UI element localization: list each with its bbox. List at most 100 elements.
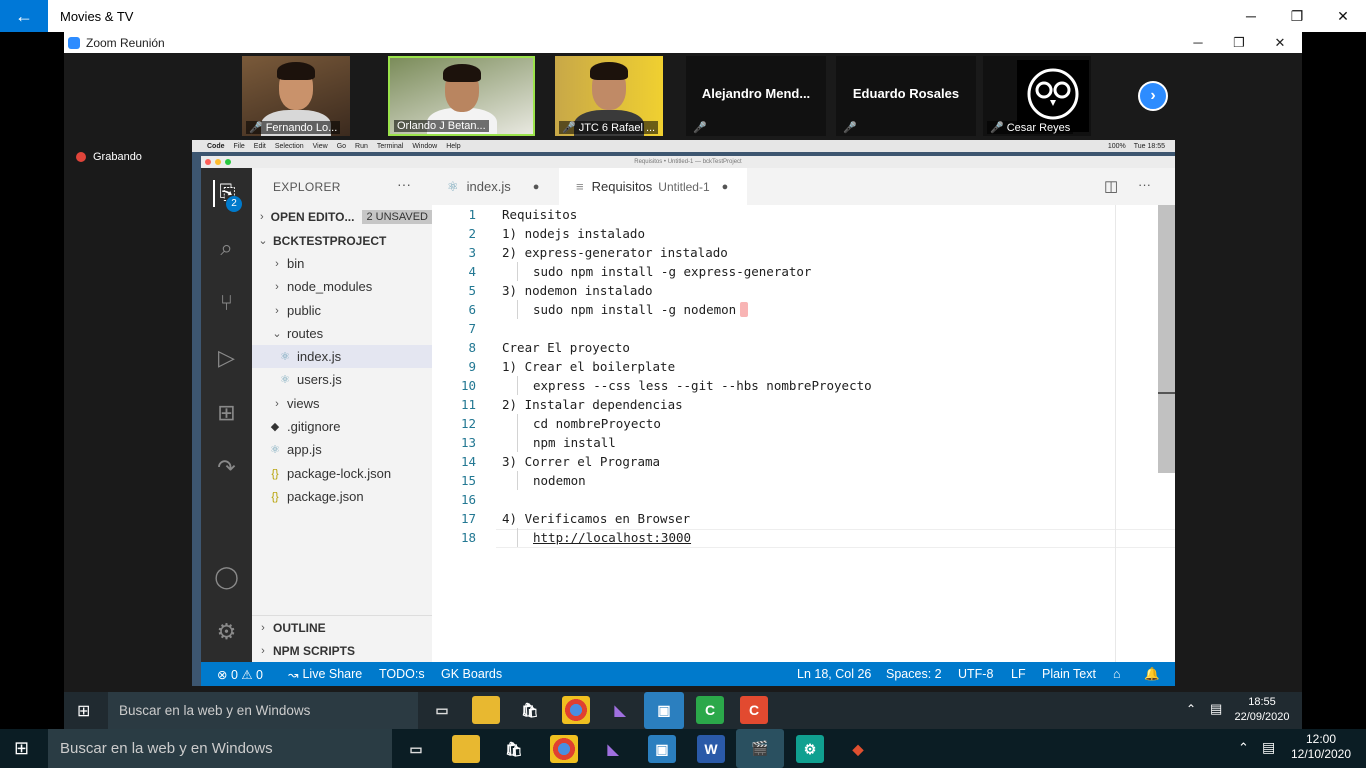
zoom-minimize-button[interactable]: ─ xyxy=(1178,32,1218,53)
recorder-icon[interactable]: C xyxy=(740,696,768,724)
more-actions-icon[interactable]: ··· xyxy=(1138,177,1151,192)
chevron-up-icon[interactable]: ⌃ xyxy=(1186,702,1196,716)
notifications-bell-icon[interactable]: 🔔 xyxy=(1144,662,1160,686)
tree-item-folder[interactable]: › public xyxy=(252,299,432,322)
minimize-dot-icon[interactable] xyxy=(215,159,221,165)
editor-scrollbar[interactable] xyxy=(1158,205,1175,473)
code-line[interactable]: 2) express-generator instalado xyxy=(502,243,728,262)
menu-go[interactable]: Go xyxy=(337,143,346,150)
chrome-icon[interactable] xyxy=(562,696,590,724)
notification-icon[interactable]: ▤ xyxy=(1262,739,1275,756)
language-mode[interactable]: Plain Text xyxy=(1042,662,1096,686)
zoom-app-icon[interactable]: ▣ xyxy=(648,735,676,763)
todo-status[interactable]: TODO:s xyxy=(379,662,425,686)
code-line[interactable]: 1) nodejs instalado xyxy=(502,224,645,243)
participant-tile[interactable]: Eduardo Rosales 🎤 xyxy=(836,56,976,136)
menu-terminal[interactable]: Terminal xyxy=(377,143,403,150)
menu-run[interactable]: Run xyxy=(355,143,368,150)
tab-requisitos[interactable]: ≡ Requisitos Untitled-1 ● xyxy=(559,168,747,205)
settings-gear-icon[interactable]: ⚙ xyxy=(213,618,240,645)
open-editors-section[interactable]: › OPEN EDITO... 2 UNSAVED xyxy=(252,205,432,228)
zoom-app-icon[interactable]: ▣ xyxy=(644,692,684,729)
live-share-icon[interactable]: ↷ xyxy=(213,454,240,481)
store-icon[interactable]: 🛍 xyxy=(516,696,544,724)
close-button[interactable]: ✕ xyxy=(1320,0,1366,32)
code-line[interactable]: sudo npm install -g express-generator xyxy=(533,262,811,281)
menu-file[interactable]: File xyxy=(234,143,245,150)
tree-item-file[interactable]: ⚛ index.js xyxy=(252,345,432,368)
search-icon[interactable]: ⌕ xyxy=(213,234,240,261)
zoom-close-button[interactable]: ✕ xyxy=(1260,32,1300,53)
code-line[interactable]: Crear El proyecto xyxy=(502,338,630,357)
minimize-button[interactable]: ─ xyxy=(1228,0,1274,32)
cursor-position[interactable]: Ln 18, Col 26 xyxy=(797,662,871,686)
search-box[interactable]: Buscar en la web y en Windows xyxy=(108,692,418,729)
code-line[interactable]: express --css less --git --hbs nombrePro… xyxy=(533,376,872,395)
code-line[interactable]: sudo npm install -g nodemon xyxy=(533,300,736,319)
code-line[interactable]: 1) Crear el boilerplate xyxy=(502,357,675,376)
file-explorer-icon[interactable] xyxy=(452,735,480,763)
account-icon[interactable]: ◯ xyxy=(213,563,240,590)
code-line[interactable]: npm install xyxy=(533,433,616,452)
search-box[interactable]: Buscar en la web y en Windows xyxy=(48,729,392,768)
menu-edit[interactable]: Edit xyxy=(254,143,266,150)
settings-app-icon[interactable]: ⚙ xyxy=(796,735,824,763)
source-control-icon[interactable]: ⑂ xyxy=(213,289,240,316)
split-editor-icon[interactable]: ◫ xyxy=(1104,177,1118,195)
word-icon[interactable]: W xyxy=(697,735,725,763)
task-view-icon[interactable]: ▭ xyxy=(402,735,430,763)
problems-status[interactable]: ⊗ 0 ⚠ 0 xyxy=(217,662,263,686)
code-line[interactable]: 2) Instalar dependencias xyxy=(502,395,683,414)
code-line[interactable]: cd nombreProyecto xyxy=(533,414,661,433)
code-line[interactable]: 3) Correr el Programa xyxy=(502,452,660,471)
menu-code[interactable]: Code xyxy=(207,143,225,150)
zoom-dot-icon[interactable] xyxy=(225,159,231,165)
participant-tile[interactable]: 🎤 Cesar Reyes xyxy=(983,56,1091,136)
tree-item-folder[interactable]: ⌄ routes xyxy=(252,322,432,345)
participant-tile[interactable]: 🎤 JTC 6 Rafael ... xyxy=(555,56,663,136)
gk-boards-status[interactable]: GK Boards xyxy=(441,662,502,686)
tree-item-file[interactable]: {} package-lock.json xyxy=(252,462,432,485)
tree-item-file[interactable]: ⚛ users.js xyxy=(252,368,432,391)
more-actions-icon[interactable]: ··· xyxy=(397,176,411,192)
windows-start-icon[interactable]: ⊞ xyxy=(14,738,29,759)
code-line[interactable]: 4) Verificamos en Browser xyxy=(502,509,690,528)
tab-index-js[interactable]: ⚛ index.js ● xyxy=(432,168,559,205)
back-arrow-icon[interactable]: ← xyxy=(0,0,48,32)
extensions-icon[interactable]: ⊞ xyxy=(213,399,240,426)
outer-clock[interactable]: 12:00 12/10/2020 xyxy=(1286,732,1356,762)
participant-tile[interactable]: 🎤 Fernando Lo... xyxy=(242,56,350,136)
encoding-status[interactable]: UTF-8 xyxy=(958,662,993,686)
file-explorer-icon[interactable] xyxy=(472,696,500,724)
code-line[interactable]: 3) nodemon instalado xyxy=(502,281,653,300)
notification-icon[interactable]: ▤ xyxy=(1210,701,1222,717)
git-tool-icon[interactable]: ◆ xyxy=(844,735,872,763)
zoom-restore-button[interactable]: ❐ xyxy=(1219,32,1259,53)
outline-section[interactable]: › OUTLINE xyxy=(252,616,432,639)
tree-item-file[interactable]: {} package.json xyxy=(252,485,432,508)
tree-item-folder[interactable]: › node_modules xyxy=(252,275,432,298)
tree-item-folder[interactable]: › bin xyxy=(252,252,432,275)
menu-selection[interactable]: Selection xyxy=(275,143,304,150)
eol-status[interactable]: LF xyxy=(1011,662,1026,686)
chevron-up-icon[interactable]: ⌃ xyxy=(1238,740,1249,756)
run-debug-icon[interactable]: ▷ xyxy=(213,344,240,371)
menu-window[interactable]: Window xyxy=(412,143,437,150)
restore-button[interactable]: ❐ xyxy=(1274,0,1320,32)
code-line[interactable]: nodemon xyxy=(533,471,586,490)
feedback-icon[interactable]: ⌂ xyxy=(1113,662,1121,686)
windows-start-icon[interactable]: ⊞ xyxy=(77,701,90,721)
next-page-button[interactable]: › xyxy=(1138,81,1168,111)
task-view-icon[interactable]: ▭ xyxy=(428,696,456,724)
store-icon[interactable]: 🛍 xyxy=(500,735,528,763)
inner-clock[interactable]: 18:55 22/09/2020 xyxy=(1232,695,1292,725)
participant-tile-active[interactable]: Orlando J Betan... xyxy=(388,56,535,136)
code-line[interactable]: Requisitos xyxy=(502,205,577,224)
camtasia-icon[interactable]: C xyxy=(696,696,724,724)
menu-help[interactable]: Help xyxy=(446,143,460,150)
visual-studio-icon[interactable]: ◣ xyxy=(599,735,627,763)
tree-item-file[interactable]: ◆ .gitignore xyxy=(252,415,432,438)
visual-studio-icon[interactable]: ◣ xyxy=(606,696,634,724)
close-dot-icon[interactable] xyxy=(205,159,211,165)
chrome-icon[interactable] xyxy=(550,735,578,763)
